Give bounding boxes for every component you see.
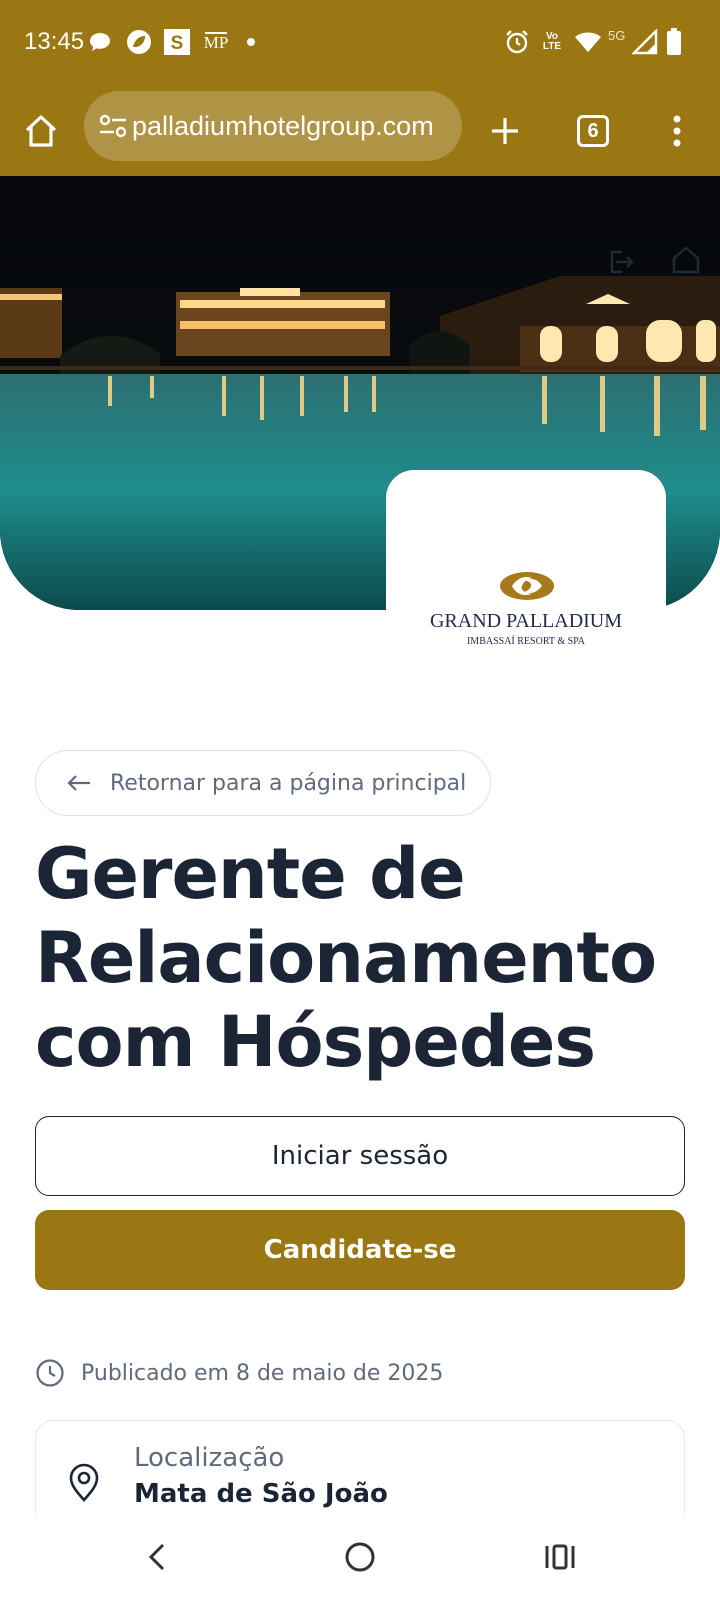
status-time: 13:45 (24, 28, 85, 55)
location-pin-icon (66, 1463, 102, 1507)
chevron-left-icon (148, 1543, 165, 1571)
more-vert-icon (673, 115, 681, 147)
logo-subtitle: IMBASSAÍ RESORT & SPA (466, 636, 586, 647)
alarm-icon (504, 28, 530, 56)
back-button[interactable] (112, 1514, 202, 1600)
status-bar: 13:45 S MP Vo LTE 5G (0, 0, 720, 86)
volte-label: Vo LTE (542, 31, 562, 52)
recents-button[interactable] (515, 1514, 605, 1600)
home-icon (25, 115, 57, 147)
home-nav-button[interactable] (315, 1514, 405, 1600)
chat-bubble-icon (88, 28, 112, 56)
system-navigation-bar (0, 1514, 720, 1600)
clock-icon (35, 1358, 65, 1388)
published-text: Publicado em 8 de maio de 2025 (81, 1360, 444, 1386)
circle-home-icon (345, 1542, 375, 1572)
login-button[interactable]: Iniciar sessão (35, 1116, 685, 1196)
location-value: Mata de São João (134, 1479, 388, 1509)
recents-icon (545, 1544, 575, 1570)
browser-toolbar: palladiumhotelgroup.com 6 (0, 86, 720, 176)
wifi-icon (574, 28, 602, 56)
new-tab-button[interactable] (470, 86, 540, 176)
svg-text:MP: MP (204, 33, 229, 52)
plus-icon (492, 118, 518, 144)
back-link-label: Retornar para a página principal (110, 770, 467, 796)
network-type-label: 5G (608, 28, 626, 43)
back-to-home-link[interactable]: Retornar para a página principal (35, 750, 491, 816)
arrow-left-icon (66, 773, 92, 793)
job-title: Gerente de Relacionamento com Hóspedes (35, 833, 657, 1083)
address-bar[interactable]: palladiumhotelgroup.com (84, 91, 462, 161)
dot-icon (246, 28, 256, 56)
tab-count: 6 (577, 115, 609, 147)
tab-switcher-button[interactable]: 6 (558, 86, 628, 176)
browser-menu-button[interactable] (642, 86, 712, 176)
palladium-logo-icon (500, 572, 554, 600)
url-text: palladiumhotelgroup.com (132, 110, 434, 141)
svg-text:S: S (171, 33, 184, 54)
hotel-logo-card: GRAND PALLADIUM IMBASSAÍ RESORT & SPA (386, 470, 666, 680)
apply-button[interactable]: Candidate-se (35, 1210, 685, 1290)
battery-icon (666, 28, 682, 56)
mp-app-icon: MP (202, 28, 230, 56)
published-date: Publicado em 8 de maio de 2025 (35, 1358, 443, 1388)
s-app-icon: S (164, 28, 190, 56)
5g-signal-icon (632, 28, 658, 56)
home-button[interactable] (6, 86, 76, 176)
leaf-icon (126, 28, 152, 56)
volte-icon: Vo LTE (540, 28, 564, 56)
location-label: Localização (134, 1443, 285, 1473)
logo-brand-name: GRAND PALLADIUM (429, 610, 623, 632)
